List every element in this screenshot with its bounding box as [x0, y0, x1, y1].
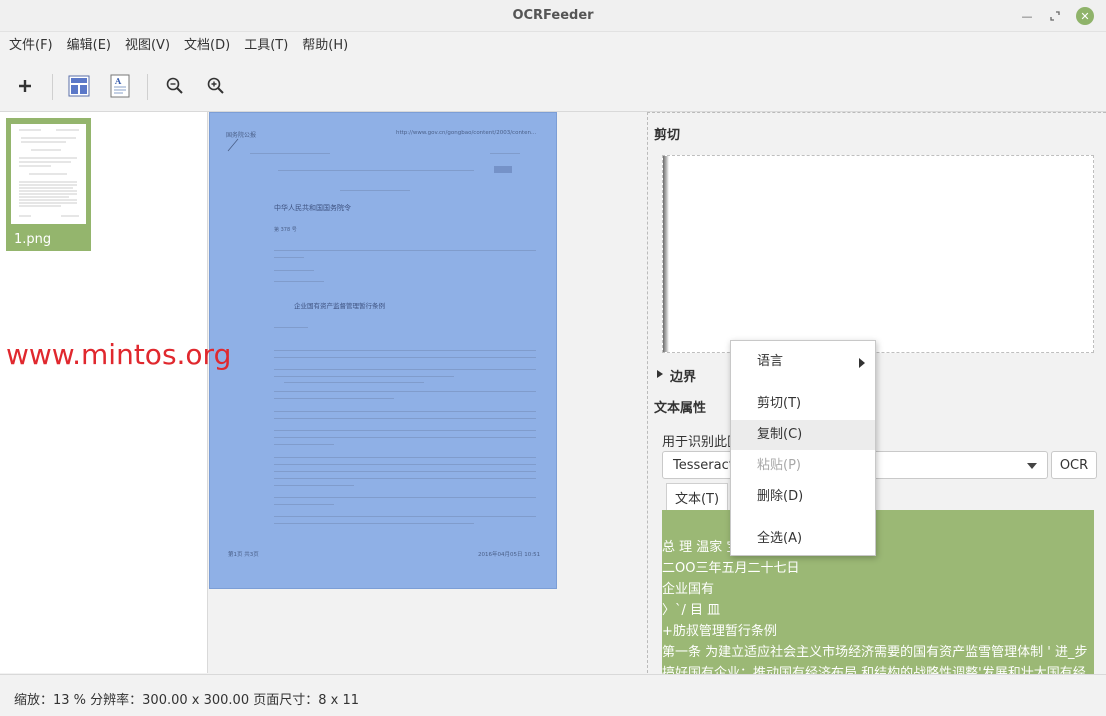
document-text-icon[interactable]: A	[106, 72, 134, 100]
toolbar: A	[0, 60, 1106, 112]
ocrfeeder-window: OCRFeeder — ✕ 文件(F) 编辑(E) 视图(V) 文档(D) 工具…	[0, 0, 1106, 716]
box-properties-panel: 剪切 边界 文本属性 用于识别此区 Tesseract OCR 文本(T) 总 …	[647, 112, 1106, 674]
page-preview[interactable]: 国务院公报 http://www.gov.cn/gongbao/content/…	[209, 112, 557, 589]
ctx-language-label: 语言	[757, 354, 784, 369]
ocr-engine-value: Tesseract	[673, 458, 734, 473]
status-text: 缩放：13 % 分辨率：300.00 x 300.00 页面尺寸：8 x 11	[14, 693, 359, 708]
toolbar-separator	[147, 74, 148, 100]
watermark-text: www.mintos.org	[6, 338, 232, 371]
ctx-delete[interactable]: 删除(D)	[731, 482, 875, 512]
menu-tools[interactable]: 工具(T)	[237, 32, 295, 60]
ctx-copy[interactable]: 复制(C)	[731, 420, 875, 450]
crop-preview	[662, 155, 1094, 353]
maximize-icon[interactable]	[1046, 7, 1064, 25]
tab-text[interactable]: 文本(T)	[666, 483, 728, 511]
minimize-icon[interactable]: —	[1018, 7, 1036, 25]
menu-edit[interactable]: 编辑(E)	[60, 32, 118, 60]
page-doc-number: 第 378 号	[274, 227, 297, 233]
thumbnail-page-1[interactable]: 1.png	[6, 118, 91, 251]
page-footer-left: 第1页 共3页	[228, 552, 259, 558]
ocr-text-line: 第一条 为建立适应社会主义市场经济需要的国有资产监雪管理体制 ' 进_步	[662, 645, 1088, 660]
chevron-down-icon	[1027, 463, 1037, 469]
page-doc-title: 中华人民共和国国务院令	[274, 204, 351, 212]
page-header-right: http://www.gov.cn/gongbao/content/2003/c…	[396, 130, 537, 136]
close-icon[interactable]: ✕	[1076, 7, 1094, 25]
page-thumbnails-panel: 1.png	[0, 112, 208, 673]
menu-document[interactable]: 文档(D)	[177, 32, 237, 60]
border-section-title[interactable]: 边界	[670, 366, 696, 385]
crop-edge-shadow	[663, 156, 669, 352]
thumbnail-image	[11, 124, 86, 224]
title-bar: OCRFeeder — ✕	[0, 0, 1106, 32]
context-menu: 语言 剪切(T) 复制(C) 粘贴(P) 删除(D) 全选(A)	[730, 340, 876, 556]
ocr-text-area[interactable]: 总 理 温家 宝 二OO三年五月二十七日 企业国有 〉`/ 目 皿 +肪叔管理暂…	[662, 510, 1094, 674]
ctx-language[interactable]: 语言	[731, 347, 875, 377]
menu-view[interactable]: 视图(V)	[118, 32, 177, 60]
toolbar-separator	[52, 74, 53, 100]
window-title: OCRFeeder	[512, 8, 594, 23]
page-regulation-title: 企业国有资产监督管理暂行条例	[294, 302, 385, 310]
menu-bar: 文件(F) 编辑(E) 视图(V) 文档(D) 工具(T) 帮助(H)	[0, 32, 1106, 60]
ctx-cut[interactable]: 剪切(T)	[731, 389, 875, 419]
thumbnail-label: 1.png	[14, 232, 52, 247]
text-properties-title: 文本属性	[654, 401, 707, 416]
ocr-text-line: 企业国有	[662, 582, 715, 597]
crop-section-title: 剪切	[654, 128, 681, 143]
expander-arrow-icon[interactable]	[657, 370, 663, 378]
zoom-out-icon[interactable]	[161, 72, 189, 100]
ctx-paste[interactable]: 粘贴(P)	[731, 451, 875, 481]
ocr-text-line: 搞好国有企业；推动国有经济布局 和结构的战略性调整'发展和壮大国有经	[662, 666, 1086, 674]
svg-text:A: A	[114, 76, 122, 86]
ocr-text-line: 总 理 温家 宝	[662, 540, 740, 555]
zoom-in-icon[interactable]	[202, 72, 230, 100]
status-bar: 缩放：13 % 分辨率：300.00 x 300.00 页面尺寸：8 x 11	[0, 674, 1106, 716]
page-view-area: 国务院公报 http://www.gov.cn/gongbao/content/…	[209, 112, 646, 673]
ocr-button[interactable]: OCR	[1051, 451, 1097, 479]
page-search-box	[494, 166, 512, 173]
menu-help[interactable]: 帮助(H)	[295, 32, 355, 60]
layout-detect-icon[interactable]	[65, 72, 93, 100]
add-icon[interactable]	[11, 72, 39, 100]
page-logo-mark	[227, 138, 239, 152]
ctx-select-all[interactable]: 全选(A)	[731, 524, 875, 554]
ocr-text-line: 二OO三年五月二十七日	[662, 561, 800, 576]
ocr-text-line: +肪叔管理暂行条例	[662, 624, 777, 639]
submenu-arrow-icon	[859, 358, 865, 368]
recognize-label: 用于识别此区	[662, 435, 741, 450]
ocr-text-line: 〉`/ 目 皿	[662, 603, 721, 618]
menu-file[interactable]: 文件(F)	[2, 32, 60, 60]
page-footer-right: 2016年04月05日 10:51	[478, 552, 541, 558]
